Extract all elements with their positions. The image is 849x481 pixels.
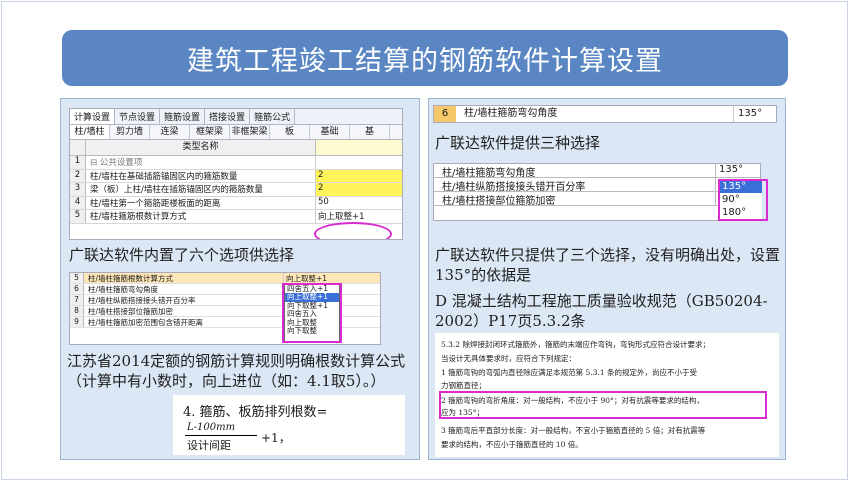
left-panel: 计算设置 节点设置 箍筋设置 搭接设置 箍筋公式 柱/墙柱 剪力墙 连梁 框架梁…: [60, 98, 420, 460]
spec-line: 3 箍筋弯后平直部分长度：对一般结构，不宜小于箍筋直径的 5 倍；对有抗震等: [441, 426, 706, 435]
grid-header: 类型名称: [70, 140, 402, 156]
tab-calc-settings[interactable]: 计算设置: [70, 109, 116, 124]
grid-header-name: 类型名称: [86, 140, 316, 155]
spec-line: 当设计无具体要求时，应符合下列规定：: [441, 354, 576, 363]
spec-line: 力钢筋直径；: [441, 381, 486, 390]
highlight-box: [718, 179, 768, 221]
top-tab-bar: 计算设置 节点设置 箍筋设置 搭接设置 箍筋公式: [70, 109, 402, 124]
angle-dropdown-screenshot: 柱/墙柱箍筋弯勾角度 135° 柱/墙柱纵筋搭接接头错开百分率 柱/墙柱搭接部位…: [433, 163, 768, 221]
table-row[interactable]: 柱/墙柱纵筋搭接接头错开百分率: [434, 178, 760, 193]
highlight-box: [439, 391, 767, 419]
right-panel: 6 柱/墙柱箍筋弯勾角度 135° 广联达软件提供三种选择 柱/墙柱箍筋弯勾角度…: [428, 98, 786, 460]
dropdown-screenshot: 5 柱/墙柱箍筋根数计算方式 向上取整+1 6 柱/墙柱箍筋弯勾角度 7 柱/墙…: [69, 272, 381, 345]
highlight-ellipse: [314, 222, 392, 239]
highlight-box: [282, 283, 342, 343]
tab-column[interactable]: 柱/墙柱: [70, 125, 110, 139]
tab-shear-wall[interactable]: 剪力墙: [110, 125, 150, 139]
spec-line: 5.3.2 除焊接封闭环式箍筋外，箍筋的末端应作弯钩，弯钩形式应符合设计要求；: [441, 340, 710, 349]
spec-line: 1 箍筋弯钩的弯弧内直径除应满足本规范第 5.3.1 条的规定外，尚应不小于受: [441, 368, 698, 377]
table-row[interactable]: 4 柱/墙柱第一个箍筋距楼板面的距离 50: [70, 196, 402, 210]
table-row[interactable]: 3 梁（板）上柱/墙柱在插筋锚固区内的箍筋数量 2: [70, 183, 402, 197]
tab-slab[interactable]: 板: [270, 125, 310, 139]
formula-suffix: +1，: [261, 431, 291, 445]
table-row[interactable]: 柱/墙柱搭接部位箍筋加密: [434, 192, 760, 207]
component-tab-bar: 柱/墙柱 剪力墙 连梁 框架梁 非框架梁 板 基础 基: [70, 124, 402, 140]
caption-only-three: 广联达软件只提供了三个选择，没有明确出处，设置135°的依据是: [435, 246, 781, 284]
tab-stirrup-settings[interactable]: 箍筋设置: [160, 109, 206, 124]
spec-excerpt-image: 5.3.2 除焊接封闭环式箍筋外，箍筋的末端应作弯钩，弯钩形式应符合设计要求； …: [435, 333, 779, 457]
formula-denominator: 设计间距: [187, 439, 231, 452]
table-row[interactable]: 1 ⊟ 公共设置项: [70, 156, 402, 170]
caption-three-options: 广联达软件提供三种选择: [435, 134, 601, 152]
slide-title: 建筑工程竣工结算的钢筋软件计算设置: [62, 30, 788, 86]
hook-angle-row[interactable]: 6 柱/墙柱箍筋弯勾角度 135°: [433, 105, 777, 123]
formula-numerator: L-100mm: [187, 422, 236, 433]
tab-nonframe-beam[interactable]: 非框架梁: [230, 125, 270, 139]
tab-lap-settings[interactable]: 搭接设置: [205, 109, 251, 124]
formula-image: 4. 箍筋、板筋排列根数= L-100mm 设计间距 +1，: [173, 395, 405, 455]
caption-spec-reference: D 混凝土结构工程施工质量验收规范（GB50204-2002）P17页5.3.2…: [435, 292, 768, 330]
fraction-line: [185, 435, 257, 436]
table-row[interactable]: 2 柱/墙柱在基础插筋锚固区内的箍筋数量 2: [70, 169, 402, 183]
tab-foundation[interactable]: 基础: [310, 125, 350, 139]
tab-frame-beam[interactable]: 框架梁: [190, 125, 230, 139]
settings-screenshot: 计算设置 节点设置 箍筋设置 搭接设置 箍筋公式 柱/墙柱 剪力墙 连梁 框架梁…: [69, 108, 403, 240]
caption-six-options: 广联达软件内置了六个选项供选择: [69, 246, 295, 264]
formula-title: 4. 箍筋、板筋排列根数=: [183, 405, 328, 420]
caption-jiangsu-rule: 江苏省2014定额的钢筋计算规则明确根数计算公式（计算中有小数时，向上进位（如：…: [67, 352, 406, 390]
spec-line: 要求的结构，不应小于箍筋直径的 10 倍。: [441, 440, 583, 449]
tab-more[interactable]: 基: [350, 125, 390, 139]
table-row[interactable]: 柱/墙柱箍筋弯勾角度 135°: [434, 164, 760, 179]
tab-stirrup-formula[interactable]: 箍筋公式: [250, 109, 296, 124]
tab-coupling-beam[interactable]: 连梁: [150, 125, 190, 139]
tab-node-settings[interactable]: 节点设置: [115, 109, 161, 124]
